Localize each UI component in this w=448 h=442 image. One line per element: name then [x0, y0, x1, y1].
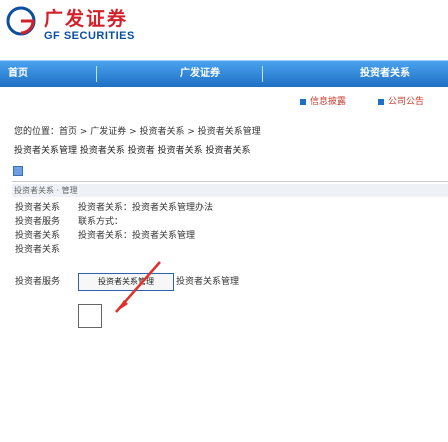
annotation-arrow — [115, 261, 161, 313]
